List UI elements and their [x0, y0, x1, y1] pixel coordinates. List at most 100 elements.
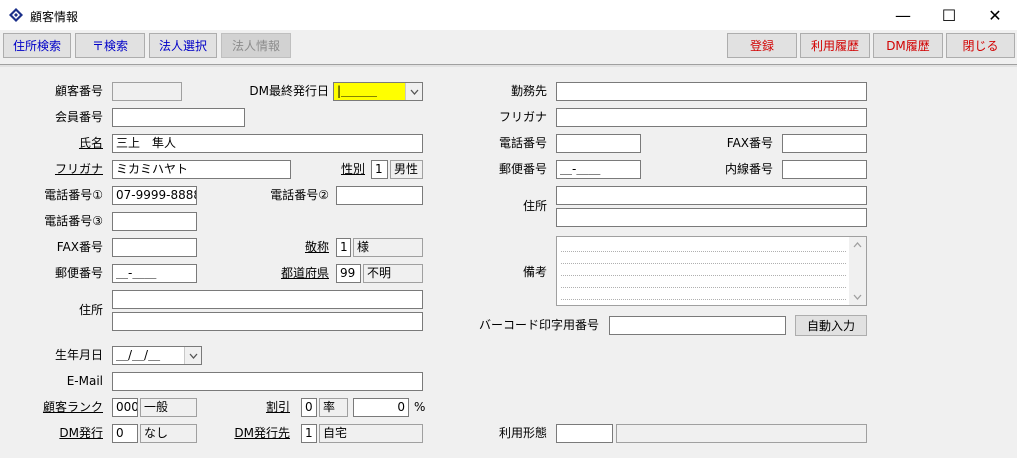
company-kana-label: フリガナ: [498, 110, 547, 124]
company-phone-label: 電話番号: [498, 136, 547, 150]
company-address2-input[interactable]: [556, 208, 867, 227]
barcode-label: バーコード印字用番号: [478, 318, 599, 332]
phone1-input[interactable]: 07-9999-8888: [112, 186, 197, 205]
customer-no-label: 顧客番号: [54, 84, 103, 98]
company-address1-input[interactable]: [556, 186, 867, 205]
rank-code-input[interactable]: 000: [112, 398, 138, 417]
dm-issue-label[interactable]: DM発行: [59, 426, 103, 440]
name-input[interactable]: 三上 隼人: [112, 134, 423, 153]
address1-input[interactable]: [112, 290, 423, 309]
company-label: 勤務先: [510, 84, 547, 98]
company-fax-label: FAX番号: [726, 136, 773, 150]
minimize-icon: —: [895, 5, 911, 25]
phone3-input[interactable]: [112, 212, 197, 231]
dm-issue-value: なし: [140, 424, 197, 443]
gender-value: 男性: [390, 160, 423, 179]
usage-history-button[interactable]: 利用履歴: [800, 33, 870, 58]
close-icon: ✕: [988, 5, 1002, 25]
usage-type-code-input[interactable]: [556, 424, 613, 443]
dm-last-date-label: DM最終発行日: [249, 84, 329, 98]
close-button[interactable]: 閉じる: [946, 33, 1015, 58]
chevron-down-icon: [189, 353, 197, 359]
postal-label: 郵便番号: [54, 266, 103, 280]
member-no-label: 会員番号: [54, 110, 103, 124]
rank-value: 一般: [140, 398, 197, 417]
address-label: 住所: [78, 303, 103, 317]
company-postal-label: 郵便番号: [498, 162, 547, 176]
phone2-label: 電話番号②: [270, 188, 329, 202]
phone3-label: 電話番号③: [44, 214, 103, 228]
memo-textarea[interactable]: [556, 236, 867, 306]
company-phone-input[interactable]: [556, 134, 641, 153]
name-label[interactable]: 氏名: [79, 136, 103, 150]
corp-info-button[interactable]: 法人情報: [221, 33, 291, 58]
customer-no-field: [112, 82, 182, 101]
scroll-up-icon[interactable]: [853, 242, 862, 248]
dm-last-date-dropdown[interactable]: [405, 83, 422, 100]
gender-code-input[interactable]: 1: [371, 160, 388, 179]
kana-label[interactable]: フリガナ: [55, 162, 103, 176]
prefecture-label[interactable]: 都道府県: [281, 266, 329, 280]
company-fax-input[interactable]: [782, 134, 867, 153]
birthdate-dropdown[interactable]: [184, 347, 201, 364]
dm-destination-code-input[interactable]: 1: [301, 424, 317, 443]
close-window-button[interactable]: ✕: [972, 0, 1017, 30]
address-search-button[interactable]: 住所検索: [3, 33, 71, 58]
discount-code-input[interactable]: 0: [301, 398, 317, 417]
dm-destination-label[interactable]: DM発行先: [234, 426, 290, 440]
barcode-input[interactable]: [609, 316, 786, 335]
extension-input[interactable]: [782, 160, 867, 179]
discount-type-value: 率: [319, 398, 348, 417]
company-kana-input[interactable]: [556, 108, 867, 127]
discount-unit: %: [414, 400, 426, 414]
fax-label: FAX番号: [56, 240, 103, 254]
email-label: E-Mail: [66, 374, 103, 388]
dm-history-button[interactable]: DM履歴: [873, 33, 943, 58]
member-no-input[interactable]: [112, 108, 245, 127]
usage-type-label: 利用形態: [498, 426, 547, 440]
company-address-label: 住所: [522, 199, 547, 213]
gender-label[interactable]: 性別: [341, 162, 365, 176]
email-input[interactable]: [112, 372, 423, 391]
corp-select-button[interactable]: 法人選択: [149, 33, 217, 58]
birthdate-value: ＿/＿/＿: [116, 348, 161, 362]
honorific-label[interactable]: 敬称: [305, 240, 329, 254]
diamond-icon: [9, 8, 23, 22]
prefecture-value: 不明: [363, 264, 423, 283]
kana-input[interactable]: ミカミハヤト: [112, 160, 291, 179]
company-input[interactable]: [556, 82, 867, 101]
phone1-label: 電話番号①: [44, 188, 103, 202]
memo-scrollbar[interactable]: [849, 237, 866, 305]
address2-input[interactable]: [112, 312, 423, 331]
extension-label: 内線番号: [724, 162, 773, 176]
memo-label: 備考: [522, 265, 547, 279]
maximize-icon: ☐: [941, 5, 957, 25]
minimize-button[interactable]: —: [880, 0, 926, 30]
usage-type-value: [616, 424, 867, 443]
window-title: 顧客情報: [30, 10, 79, 24]
postal-search-button[interactable]: 〒検索: [75, 33, 145, 58]
birthdate-field[interactable]: ＿/＿/＿: [112, 346, 202, 365]
auto-input-button[interactable]: 自動入力: [795, 315, 867, 336]
company-postal-input[interactable]: ＿-＿＿: [556, 160, 641, 179]
dm-issue-code-input[interactable]: 0: [112, 424, 138, 443]
postal-input[interactable]: ＿-＿＿: [112, 264, 197, 283]
rank-label[interactable]: 顧客ランク: [43, 400, 103, 414]
register-button[interactable]: 登録: [727, 33, 797, 58]
dm-last-date-field[interactable]: |＿＿＿: [333, 82, 423, 101]
maximize-button[interactable]: ☐: [926, 0, 972, 30]
toolbar-separator: [0, 64, 1017, 67]
phone2-input[interactable]: [336, 186, 423, 205]
title-bar: 顧客情報 — ☐ ✕: [0, 0, 1017, 30]
chevron-down-icon: [410, 89, 418, 95]
dm-last-date-value: |＿＿＿: [337, 84, 378, 98]
honorific-value: 様: [353, 238, 423, 257]
prefecture-code-input[interactable]: 99: [336, 264, 361, 283]
discount-value-input[interactable]: 0: [353, 398, 409, 417]
scroll-down-icon[interactable]: [853, 294, 862, 300]
discount-label[interactable]: 割引: [266, 400, 290, 414]
dm-destination-value: 自宅: [319, 424, 423, 443]
honorific-code-input[interactable]: 1: [336, 238, 351, 257]
toolbar: 住所検索 〒検索 法人選択 法人情報 登録 利用履歴 DM履歴 閉じる: [0, 30, 1017, 64]
fax-input[interactable]: [112, 238, 197, 257]
